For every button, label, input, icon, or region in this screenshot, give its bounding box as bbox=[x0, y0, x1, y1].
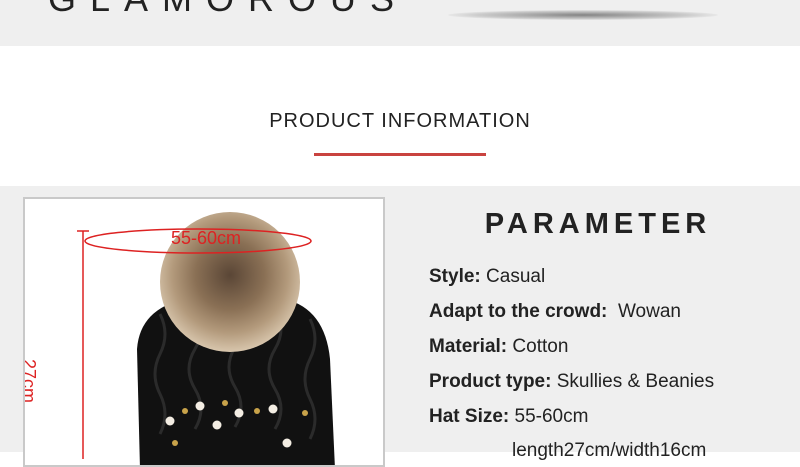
param-row-material: Material: Cotton bbox=[429, 336, 714, 371]
brand-name: GLAMOROUS bbox=[48, 0, 408, 20]
param-key: Material: bbox=[429, 336, 508, 357]
param-key: Adapt to the crowd: bbox=[429, 301, 608, 322]
param-value: Wowan bbox=[617, 301, 681, 322]
param-dimensions: length27cm/width16cm bbox=[512, 440, 707, 461]
param-row-crowd: Adapt to the crowd: Wowan bbox=[429, 301, 714, 336]
product-image-frame: 55-60cm 27cm bbox=[23, 197, 385, 467]
param-key: Product type: bbox=[429, 371, 552, 392]
circumference-label: 55-60cm bbox=[171, 228, 242, 248]
section-title: PRODUCT INFORMATION bbox=[269, 110, 531, 132]
param-row-hat-size: Hat Size: 55-60cm bbox=[429, 406, 714, 441]
param-key: Hat Size: bbox=[429, 406, 510, 427]
top-banner: GLAMOROUS bbox=[0, 0, 800, 46]
parameter-title: PARAMETER bbox=[484, 208, 712, 240]
param-value: 55-60cm bbox=[514, 406, 589, 427]
param-value: Skullies & Beanies bbox=[556, 371, 715, 392]
param-value: Cotton bbox=[512, 336, 569, 357]
param-row-style: Style: Casual bbox=[429, 266, 714, 301]
param-key: Style: bbox=[429, 266, 481, 287]
parameter-list: Style: Casual Adapt to the crowd: Wowan … bbox=[429, 266, 714, 441]
title-underline bbox=[314, 153, 486, 156]
height-dimension-line bbox=[77, 230, 89, 459]
param-row-product-type: Product type: Skullies & Beanies bbox=[429, 371, 714, 406]
height-label: 27cm bbox=[23, 359, 39, 404]
param-value: Casual bbox=[486, 266, 546, 287]
decorative-shadow bbox=[448, 10, 718, 20]
